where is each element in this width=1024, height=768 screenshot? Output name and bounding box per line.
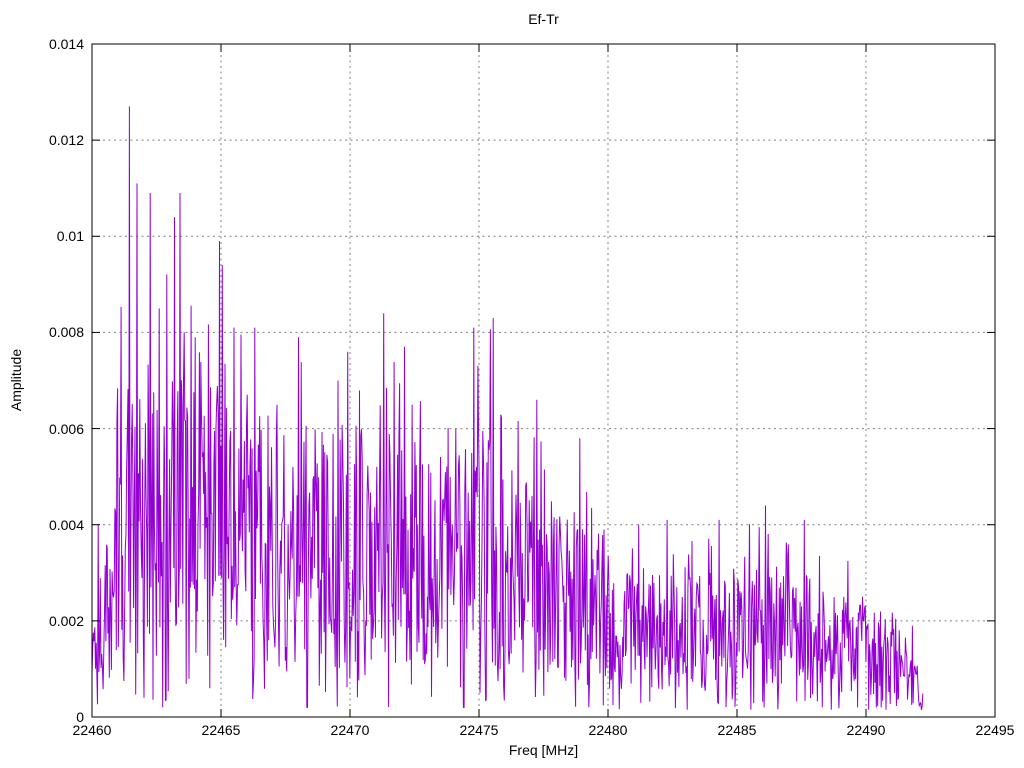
y-tick-label: 0.004 [48,516,84,533]
y-tick-label: 0.014 [48,36,84,52]
y-tick-label: 0.006 [48,420,84,437]
y-tick-label: 0.002 [48,612,84,629]
x-tick-label: 22475 [459,722,499,738]
y-tick-label: 0 [76,709,84,725]
x-tick-label: 22485 [717,722,757,738]
x-tick-label: 22480 [588,722,628,738]
x-tick-label: 22470 [330,722,370,738]
y-tick-label: 0.012 [48,132,84,149]
x-tick-label: 22490 [846,722,886,738]
y-tick-label: 0.01 [56,228,84,245]
x-tick-label: 22465 [201,722,241,738]
x-tick-label: 22495 [975,722,1015,738]
spectrum-chart: Ef-Tr Amplitude Freq [MHz] 22460 22465 224… [0,0,1024,768]
y-tick-label: 0.008 [48,324,84,341]
plot-area [91,43,996,718]
spectrum-trace [91,106,924,710]
